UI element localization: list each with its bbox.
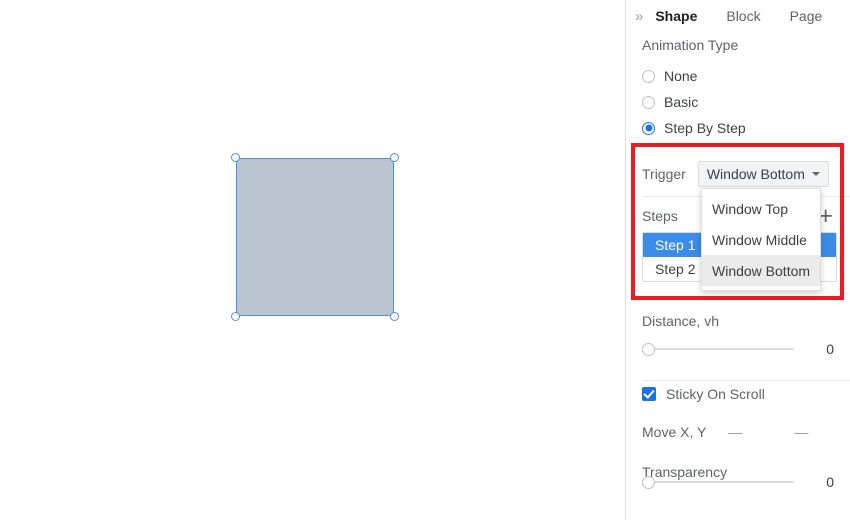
panel-tab-bar: » Shape Block Page <box>626 0 850 32</box>
transparency-slider-knob[interactable] <box>642 475 655 489</box>
trigger-dropdown-button[interactable]: Window Bottom <box>697 161 829 187</box>
radio-option-step-by-step[interactable]: Step By Step <box>642 115 834 141</box>
radio-option-basic[interactable]: Basic <box>642 89 834 115</box>
tab-shape[interactable]: Shape <box>655 8 697 24</box>
trigger-label: Trigger <box>642 166 686 182</box>
properties-panel: » Shape Block Page Animation Type None B… <box>625 0 850 520</box>
section-divider-2 <box>642 380 850 381</box>
transparency-value: 0 <box>826 474 834 490</box>
animation-type-label: Animation Type <box>642 37 739 53</box>
distance-slider[interactable] <box>642 342 794 356</box>
radio-option-none[interactable]: None <box>642 63 834 89</box>
resize-handle-bottom-left[interactable] <box>231 312 240 321</box>
chevron-down-icon <box>811 172 820 176</box>
move-y-value[interactable]: — <box>794 424 850 440</box>
sticky-on-scroll-checkbox[interactable] <box>642 387 656 401</box>
radio-label-basic: Basic <box>664 94 699 110</box>
radio-icon-basic[interactable] <box>642 95 655 109</box>
menu-item-window-top[interactable]: Window Top <box>702 193 820 224</box>
radio-label-step-by-step: Step By Step <box>664 120 746 136</box>
distance-slider-track <box>648 348 794 350</box>
move-xy-row: Move X, Y — — <box>626 424 850 440</box>
design-canvas[interactable] <box>0 0 625 520</box>
sticky-on-scroll-row[interactable]: Sticky On Scroll <box>626 387 850 401</box>
transparency-slider-track <box>648 481 794 483</box>
move-x-value[interactable]: — <box>728 424 794 440</box>
distance-section: Distance, vh 0 <box>626 314 850 357</box>
trigger-selected-value: Window Bottom <box>706 166 805 182</box>
menu-item-window-bottom[interactable]: Window Bottom <box>702 255 820 286</box>
animation-type-section: Animation Type None Basic Step By Step <box>626 38 850 141</box>
transparency-slider[interactable] <box>642 475 794 489</box>
trigger-dropdown-menu[interactable]: Window Top Window Middle Window Bottom <box>701 188 821 291</box>
collapse-panel-icon[interactable]: » <box>635 9 643 24</box>
move-xy-label: Move X, Y <box>642 424 707 440</box>
distance-value: 0 <box>826 341 834 357</box>
resize-handle-top-right[interactable] <box>390 153 399 162</box>
distance-label: Distance, vh <box>642 313 720 329</box>
menu-item-window-middle[interactable]: Window Middle <box>702 224 820 255</box>
radio-icon-step-by-step[interactable] <box>642 121 655 135</box>
resize-handle-top-left[interactable] <box>231 153 240 162</box>
sticky-on-scroll-label: Sticky On Scroll <box>666 386 765 402</box>
transparency-section: 0 <box>626 461 850 490</box>
resize-handle-bottom-right[interactable] <box>390 312 399 321</box>
radio-label-none: None <box>664 68 698 84</box>
rectangle-shape[interactable] <box>236 158 394 316</box>
radio-icon-none[interactable] <box>642 69 655 83</box>
steps-label: Steps <box>642 208 678 224</box>
distance-slider-knob[interactable] <box>642 342 655 356</box>
distance-slider-row: 0 <box>626 341 850 357</box>
selected-shape[interactable] <box>231 153 399 321</box>
tab-page[interactable]: Page <box>790 8 823 24</box>
transparency-slider-row: 0 <box>626 474 850 490</box>
tab-block[interactable]: Block <box>726 8 760 24</box>
